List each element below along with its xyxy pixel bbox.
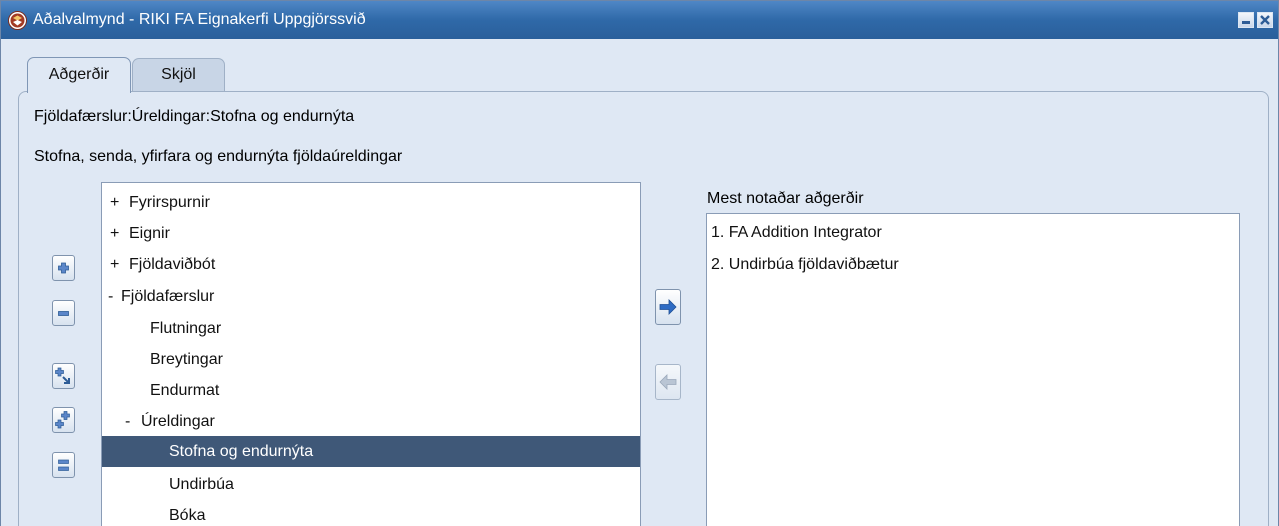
remove-from-favorites-button[interactable] <box>655 364 681 400</box>
add-to-favorites-button[interactable] <box>655 289 681 325</box>
minimize-icon[interactable] <box>1238 12 1254 28</box>
favorites-title: Mest notaðar aðgerðir <box>707 190 864 207</box>
main-window: Aðalvalmynd - RIKI FA Eignakerfi Uppgjör… <box>0 0 1279 526</box>
window-title: Aðalvalmynd - RIKI FA Eignakerfi Uppgjör… <box>33 11 366 28</box>
favorites-item-undirbua-fjoldavidbaetur[interactable]: 2. Undirbúa fjöldaviðbætur <box>711 256 899 274</box>
collapse-icon <box>58 311 69 316</box>
expand-branch-button[interactable] <box>52 363 75 389</box>
add-to-favorites-arrow-icon <box>659 299 677 315</box>
tab-actions[interactable]: Aðgerðir <box>27 57 131 93</box>
tree-item-boka[interactable]: Bóka <box>102 500 640 526</box>
collapse-button[interactable] <box>52 300 75 326</box>
tree-item-stofna-og-endurnyta[interactable]: Stofna og endurnýta <box>102 436 640 467</box>
tab-documents[interactable]: Skjöl <box>132 58 225 91</box>
tree-item-fyrirspurnir[interactable]: + Fyrirspurnir <box>102 187 640 218</box>
breadcrumb: Fjöldafærslur:Úreldingar:Stofna og endur… <box>34 108 355 125</box>
favorites-list[interactable]: 1. FA Addition Integrator 2. Undirbúa fj… <box>706 213 1240 526</box>
expand-all-icon <box>55 411 70 429</box>
tree-item-fjoldavidbot[interactable]: + Fjöldaviðbót <box>102 249 640 280</box>
tree-item-eignir[interactable]: + Eignir <box>102 218 640 249</box>
expand-icon <box>58 262 69 274</box>
remove-from-favorites-arrow-icon <box>659 374 677 390</box>
collapse-all-icon <box>58 459 69 471</box>
expand-branch-icon <box>55 367 70 384</box>
oracle-app-icon <box>8 11 27 30</box>
expand-all-button[interactable] <box>52 407 75 433</box>
collapse-all-button[interactable] <box>52 452 75 478</box>
favorites-item-fa-addition-integrator[interactable]: 1. FA Addition Integrator <box>711 224 882 242</box>
navigator-tree[interactable]: + Fyrirspurnir + Eignir + Fjöldaviðbót -… <box>101 182 641 526</box>
tree-item-ureldingar[interactable]: - Úreldingar <box>102 406 640 437</box>
title-bar[interactable]: Aðalvalmynd - RIKI FA Eignakerfi Uppgjör… <box>1 1 1278 39</box>
tree-item-flutningar[interactable]: Flutningar <box>102 313 640 344</box>
tree-item-undirbua[interactable]: Undirbúa <box>102 469 640 500</box>
expand-button[interactable] <box>52 255 75 281</box>
tree-item-fjoldafaerslur[interactable]: - Fjöldafærslur <box>102 281 640 312</box>
tree-item-breytingar[interactable]: Breytingar <box>102 344 640 375</box>
page-description: Stofna, senda, yfirfara og endurnýta fjö… <box>34 148 403 165</box>
close-icon[interactable] <box>1257 12 1273 28</box>
tree-item-endurmat[interactable]: Endurmat <box>102 375 640 406</box>
